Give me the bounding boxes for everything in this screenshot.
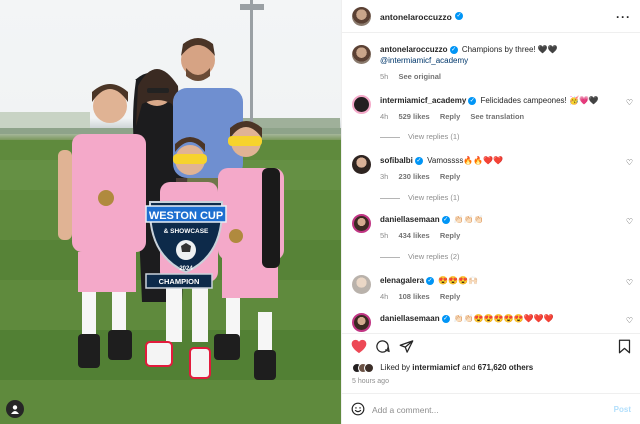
comments-list[interactable]: antonelaroccuzzo ✓ Champions by three! 🖤🖤… xyxy=(342,34,640,332)
comment-heart-icon[interactable]: ♡ xyxy=(626,158,633,167)
view-replies-button[interactable]: View replies (1) xyxy=(380,132,460,141)
verified-badge-icon: ✓ xyxy=(449,45,458,54)
comment-body: 😍😍😍🙌🏻 xyxy=(438,276,479,285)
comment-heart-icon[interactable]: ♡ xyxy=(626,278,633,287)
caption-username[interactable]: antonelaroccuzzo xyxy=(380,45,448,54)
banner-subtitle: & SHOWCASE xyxy=(164,228,209,235)
caption-body: Champions by three! 🖤🖤 xyxy=(461,45,558,54)
comment-username[interactable]: elenagalera xyxy=(380,276,424,285)
comment-body: 👏🏻👏🏻😍😍😍😍😍❤️❤️❤️ xyxy=(453,314,554,323)
comment-username[interactable]: daniellasemaan xyxy=(380,215,440,224)
verified-badge-icon: ✓ xyxy=(426,276,435,285)
reply-button[interactable]: Reply xyxy=(440,231,460,240)
liked-by[interactable]: Liked by intermiamicf and 671,620 others xyxy=(352,363,533,373)
reply-button[interactable]: Reply xyxy=(440,292,460,301)
post-panel: antonelaroccuzzo ✓ ··· antonelaroccuzzo ✓… xyxy=(341,0,640,424)
liker-avatar xyxy=(364,363,374,373)
comment-body: Vamossss🔥🔥❤️❤️ xyxy=(427,156,504,165)
user-tag-icon[interactable] xyxy=(6,400,24,418)
comment-heart-icon[interactable]: ♡ xyxy=(626,217,633,226)
comment-item: elenagalera ✓ 😍😍😍🙌🏻 4h 108 likes Reply ♡ xyxy=(342,275,640,305)
liked-by-middle: and xyxy=(459,363,478,373)
comment-body: Felicidades campeones! 🥳💗🖤 xyxy=(480,96,599,105)
view-replies-button[interactable]: View replies (1) xyxy=(380,193,460,202)
verified-badge-icon: ✓ xyxy=(455,12,463,20)
comment-item: sofibalbi ✓ Vamossss🔥🔥❤️❤️ 3h 230 likes R… xyxy=(342,155,640,205)
add-comment-bar: Post xyxy=(342,393,640,424)
comment-likes[interactable]: 230 likes xyxy=(398,172,429,181)
comment-meta: 3h 230 likes Reply xyxy=(380,172,468,181)
comment-text: elenagalera ✓ 😍😍😍🙌🏻 xyxy=(380,275,618,286)
heart-icon[interactable] xyxy=(351,339,367,356)
avatar[interactable] xyxy=(352,95,371,114)
comment-body: 👏🏻👏🏻👏🏻 xyxy=(453,215,484,224)
avatar[interactable] xyxy=(352,45,371,64)
comment-username[interactable]: intermiamicf_academy xyxy=(380,96,466,105)
post-photo[interactable]: WESTON CUP & SHOWCASE 2024 CHAMPION xyxy=(0,0,341,424)
banner-year: 2024 xyxy=(179,266,193,272)
liked-by-prefix: Liked by xyxy=(380,363,413,373)
comment-text: daniellasemaan ✓ 👏🏻👏🏻👏🏻 xyxy=(380,214,618,225)
author-username[interactable]: antonelaroccuzzo xyxy=(380,12,452,22)
comment-meta: 5h 434 likes Reply xyxy=(380,231,468,240)
verified-badge-icon: ✓ xyxy=(468,96,477,105)
photo-illustration: WESTON CUP & SHOWCASE 2024 CHAMPION xyxy=(0,0,341,424)
comment-time: 5h xyxy=(380,231,389,240)
verified-badge-icon: ✓ xyxy=(441,314,450,323)
comment-text: intermiamicf_academy ✓ Felicidades campeo… xyxy=(380,95,618,106)
comment-time: 4h xyxy=(380,292,389,301)
post-header: antonelaroccuzzo ✓ ··· xyxy=(342,0,640,33)
comment-input[interactable] xyxy=(372,402,602,417)
comment-likes[interactable]: 108 likes xyxy=(398,292,429,301)
caption-text: antonelaroccuzzo ✓ Champions by three! 🖤🖤… xyxy=(380,44,618,66)
comment-text: daniellasemaan ✓ 👏🏻👏🏻😍😍😍😍😍❤️❤️❤️ xyxy=(380,313,618,324)
comment-heart-icon[interactable]: ♡ xyxy=(626,316,633,325)
comment-item: daniellasemaan ✓ 👏🏻👏🏻👏🏻 5h 434 likes Repl… xyxy=(342,214,640,264)
more-icon[interactable]: ··· xyxy=(616,10,631,24)
comment-likes[interactable]: 529 likes xyxy=(398,112,429,121)
view-replies-button[interactable]: View replies (2) xyxy=(380,252,460,261)
comment-meta: 4h 529 likes Reply See translation xyxy=(380,112,532,121)
caption-meta: 5h See original xyxy=(380,72,449,81)
comment-likes[interactable]: 434 likes xyxy=(398,231,429,240)
avatar[interactable] xyxy=(352,7,371,26)
post-time: 5 hours ago xyxy=(352,378,389,385)
caption-time: 5h xyxy=(380,72,389,81)
banner-title: WESTON CUP xyxy=(149,210,223,222)
banner-champion: CHAMPION xyxy=(159,277,200,286)
action-bar: Liked by intermiamicf and 671,620 others… xyxy=(342,333,640,393)
avatar[interactable] xyxy=(352,155,371,174)
avatar[interactable] xyxy=(352,313,371,332)
emoji-icon[interactable] xyxy=(351,402,365,418)
verified-badge-icon: ✓ xyxy=(414,156,423,165)
liked-by-user[interactable]: intermiamicf xyxy=(412,363,460,372)
see-translation-link[interactable]: See translation xyxy=(470,112,524,121)
save-icon[interactable] xyxy=(618,339,631,356)
comment-heart-icon[interactable]: ♡ xyxy=(626,98,633,107)
avatar[interactable] xyxy=(352,214,371,233)
comment-text: sofibalbi ✓ Vamossss🔥🔥❤️❤️ xyxy=(380,155,618,166)
comment-time: 3h xyxy=(380,172,389,181)
comment-item: intermiamicf_academy ✓ Felicidades campeo… xyxy=(342,95,640,145)
comment-username[interactable]: daniellasemaan xyxy=(380,314,440,323)
share-icon[interactable] xyxy=(399,339,414,356)
verified-badge-icon: ✓ xyxy=(441,215,450,224)
comment-time: 4h xyxy=(380,112,389,121)
avatar[interactable] xyxy=(352,275,371,294)
caption: antonelaroccuzzo ✓ Champions by three! 🖤🖤… xyxy=(342,44,640,84)
comment-item: daniellasemaan ✓ 👏🏻👏🏻😍😍😍😍😍❤️❤️❤️ ♡ xyxy=(342,313,640,332)
comment-username[interactable]: sofibalbi xyxy=(380,156,413,165)
liked-by-count[interactable]: 671,620 others xyxy=(478,363,534,372)
post-viewer: WESTON CUP & SHOWCASE 2024 CHAMPION anto… xyxy=(0,0,640,424)
comment-icon[interactable] xyxy=(375,339,390,356)
reply-button[interactable]: Reply xyxy=(440,172,460,181)
comment-meta: 4h 108 likes Reply xyxy=(380,292,468,301)
post-button[interactable]: Post xyxy=(614,405,631,414)
caption-mention[interactable]: @intermiamicf_academy xyxy=(380,56,468,65)
reply-button[interactable]: Reply xyxy=(440,112,460,121)
see-original-link[interactable]: See original xyxy=(398,72,441,81)
